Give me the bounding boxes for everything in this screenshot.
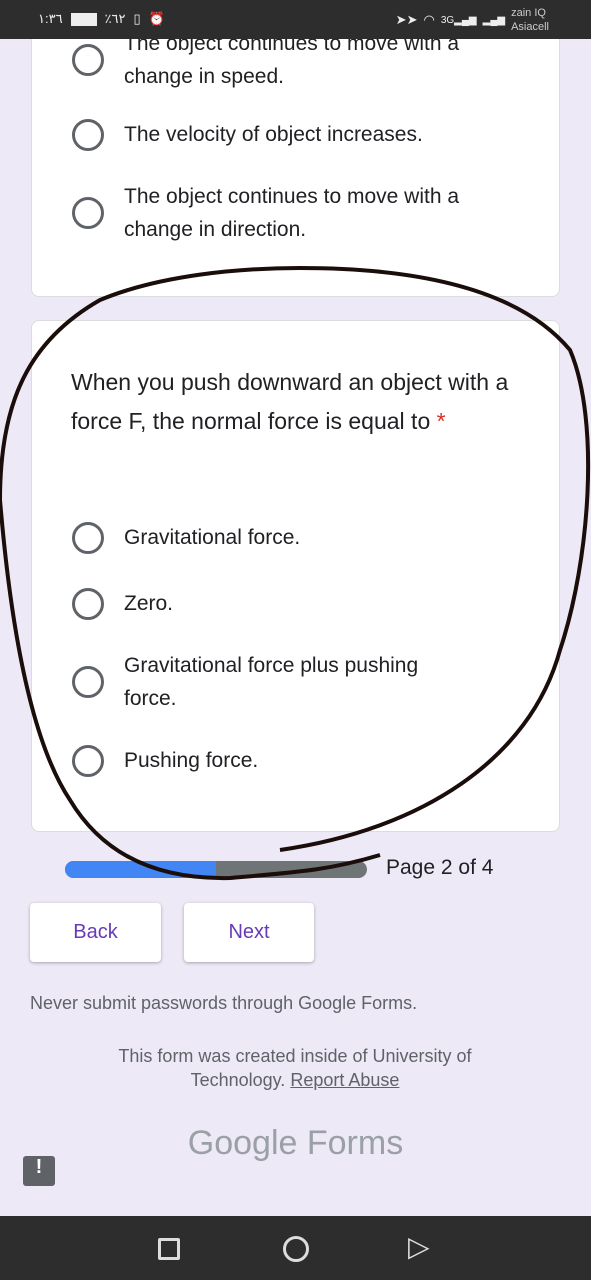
carrier-1: zain IQ: [511, 7, 546, 19]
status-bar: ١:٣٦ ٪٦٢ ▯ ⏰ ➤➤ ◠ 3G▂▄▆ ▂▄▆ zain IQ Asiac…: [0, 0, 591, 39]
carrier-2: Asiacell: [511, 21, 549, 33]
vibrate-icon: ▯: [133, 11, 141, 26]
wifi-icon: ◠: [423, 12, 435, 27]
signal-icon-2: ▂▄▆: [482, 14, 506, 26]
clock: ١:٣٦: [38, 11, 63, 26]
alarm-icon: ⏰: [148, 11, 165, 26]
battery-icon: [70, 12, 97, 26]
signal-icon: 3G▂▄▆: [440, 14, 477, 26]
navigation-icon: ➤➤: [395, 12, 418, 27]
hand-drawn-circle: [0, 266, 591, 881]
battery-percent: ٪٦٢: [104, 11, 126, 26]
